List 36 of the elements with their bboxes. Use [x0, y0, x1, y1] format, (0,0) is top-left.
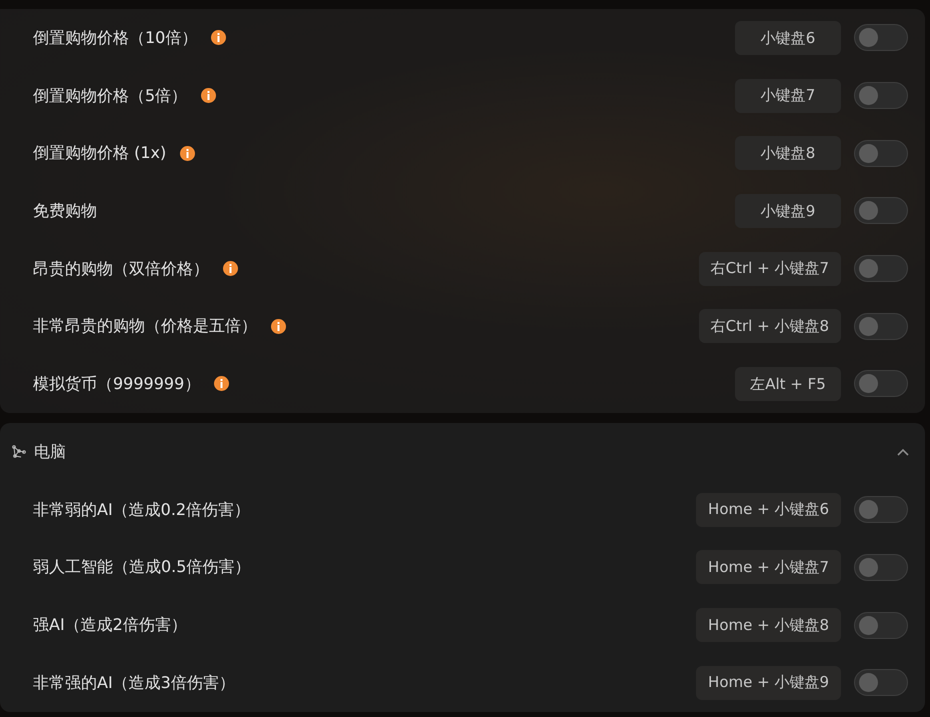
hotkey-badge[interactable]: Home + 小键盘9	[696, 666, 841, 700]
hotkey-badge[interactable]: 小键盘9	[735, 194, 841, 228]
collapse-chevron-icon[interactable]	[897, 448, 909, 456]
hotkey-badge[interactable]: 左Alt + F5	[735, 366, 841, 401]
hotkey-badge[interactable]: 小键盘8	[735, 136, 841, 170]
cheat-label: 倒置购物价格（10倍）	[33, 26, 198, 49]
toggle-switch[interactable]	[854, 197, 908, 224]
cheat-label: 强AI（造成2倍伤害）	[33, 614, 187, 636]
hotkey-badge[interactable]: Home + 小键盘6	[696, 492, 841, 527]
hotkey-badge[interactable]: 右Ctrl + 小键盘7	[698, 252, 841, 286]
hotkey-badge[interactable]: 小键盘7	[735, 78, 841, 113]
hotkey-badge[interactable]: 右Ctrl + 小键盘8	[698, 309, 841, 344]
network-icon	[12, 444, 26, 459]
toggle-switch[interactable]	[854, 554, 908, 581]
cheat-label: 倒置购物价格（5倍）	[33, 84, 188, 107]
toggle-switch[interactable]	[854, 312, 908, 340]
cheat-label: 非常强的AI（造成3倍伤害）	[33, 672, 235, 694]
cheat-label: 倒置购物价格 (1x)	[33, 142, 166, 164]
toggle-switch[interactable]	[854, 140, 908, 167]
hotkey-badge[interactable]: Home + 小键盘8	[696, 608, 841, 642]
toggle-switch[interactable]	[854, 669, 908, 696]
toggle-switch[interactable]	[854, 82, 908, 110]
hotkey-badge[interactable]: Home + 小键盘7	[696, 550, 841, 584]
cheat-label: 非常昂贵的购物（价格是五倍）	[33, 315, 257, 338]
section-title: 电脑	[34, 440, 66, 463]
cheat-label: 非常弱的AI（造成0.2倍伤害）	[33, 498, 250, 521]
toggle-switch[interactable]	[854, 24, 908, 52]
toggle-switch[interactable]	[854, 612, 908, 639]
cheat-label: 昂贵的购物（双倍价格）	[33, 258, 209, 280]
hotkey-badge[interactable]: 小键盘6	[735, 20, 841, 55]
cheat-label: 模拟货币（9999999）	[33, 372, 200, 395]
toggle-switch[interactable]	[854, 255, 908, 282]
toggle-switch[interactable]	[854, 496, 908, 524]
cheat-label: 免费购物	[33, 200, 97, 222]
toggle-switch[interactable]	[854, 370, 908, 398]
cheat-label: 弱人工智能（造成0.5倍伤害）	[33, 556, 250, 578]
